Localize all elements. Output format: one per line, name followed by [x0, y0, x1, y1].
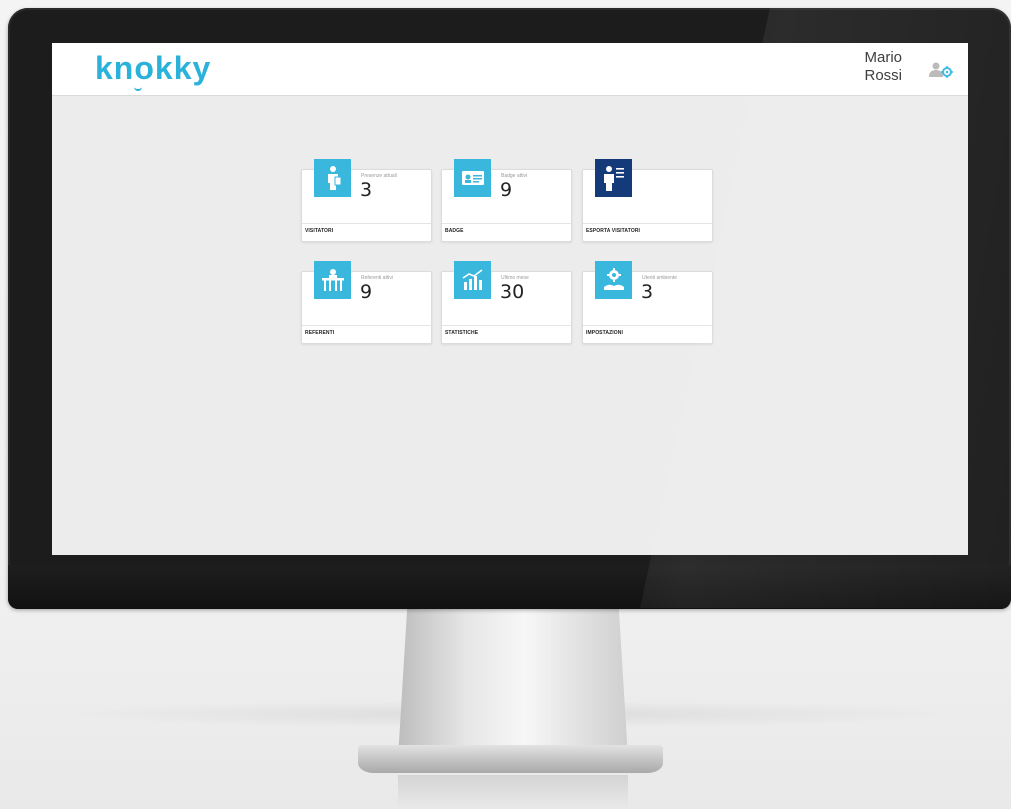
tile-statistiche[interactable]: Ultimo mese 30 STATISTICHE — [441, 261, 572, 344]
app-screen: knokky Mario Rossi Presenze attuali 3 VI… — [52, 43, 968, 555]
tile-value: 9 — [360, 281, 373, 303]
tile-divider — [583, 325, 712, 326]
monitor-base — [358, 745, 663, 773]
badge-icon — [454, 159, 491, 197]
tile-visitatori[interactable]: Presenze attuali 3 VISITATORI — [301, 159, 432, 242]
stand-reflection — [398, 775, 628, 809]
tile-label: VISITATORI — [305, 228, 334, 234]
tile-value: 3 — [641, 281, 654, 303]
tile-value: 9 — [500, 179, 513, 201]
logo-accent — [134, 85, 142, 91]
tile-value: 30 — [500, 281, 525, 303]
statistics-icon — [454, 261, 491, 299]
referent-icon — [314, 261, 351, 299]
tile-label: STATISTICHE — [445, 330, 479, 336]
tile-divider — [583, 223, 712, 224]
tile-esporta-visitatori[interactable]: ESPORTA VISITATORI — [582, 159, 713, 242]
user-name[interactable]: Mario Rossi — [842, 49, 902, 85]
tile-label: REFERENTI — [305, 330, 335, 336]
user-first-name: Mario — [864, 49, 902, 66]
tile-divider — [302, 223, 431, 224]
tile-divider — [302, 325, 431, 326]
tile-divider — [442, 325, 571, 326]
monitor-chin — [8, 565, 1011, 609]
tile-badge[interactable]: Badge attivi 9 BADGE — [441, 159, 572, 242]
tile-label: BADGE — [445, 228, 464, 234]
monitor-stand — [398, 608, 628, 758]
tile-divider — [442, 223, 571, 224]
user-settings-icon[interactable] — [928, 61, 954, 79]
user-last-name: Rossi — [864, 67, 902, 84]
app-logo[interactable]: knokky — [95, 51, 211, 85]
settings-icon — [595, 261, 632, 299]
tile-value: 3 — [360, 179, 373, 201]
tile-referenti[interactable]: Referenti attivi 9 REFERENTI — [301, 261, 432, 344]
tile-impostazioni[interactable]: Utenti ambiente 3 IMPOSTAZIONI — [582, 261, 713, 344]
top-bar: knokky Mario Rossi — [52, 43, 968, 96]
export-visitors-icon — [595, 159, 632, 197]
tile-label: IMPOSTAZIONI — [586, 330, 623, 336]
tile-label: ESPORTA VISITATORI — [586, 228, 641, 234]
visitor-icon — [314, 159, 351, 197]
